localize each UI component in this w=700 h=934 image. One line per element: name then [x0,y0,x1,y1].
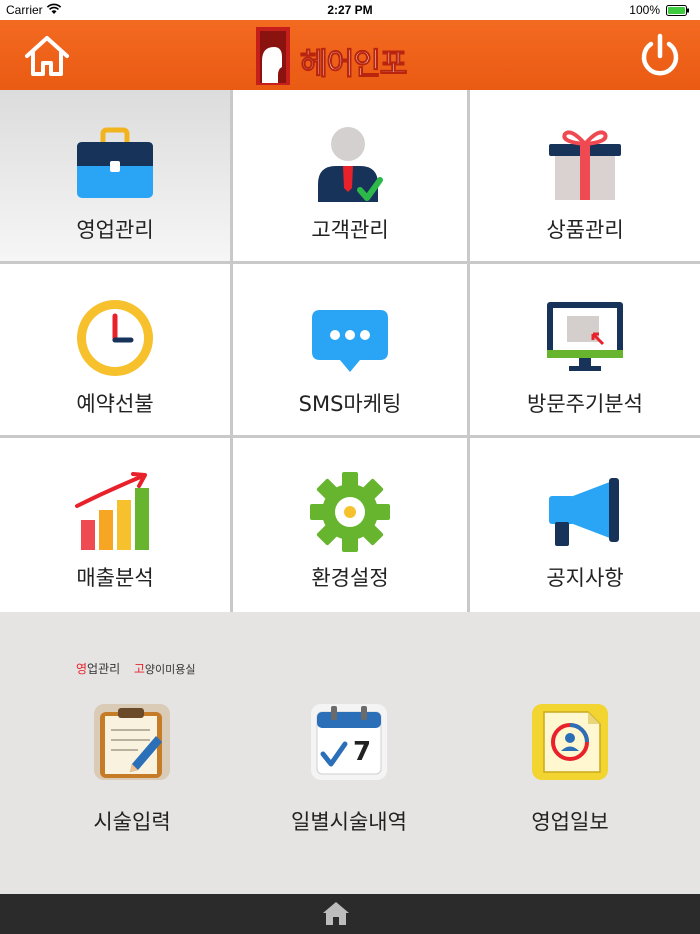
submenu-label: 시술입력 [93,810,171,834]
menu-sales-management[interactable]: 영업관리 [0,90,230,261]
bottom-toolbar [0,894,700,934]
menu-label: 고객관리 [311,218,389,242]
briefcase-icon [77,127,153,198]
home-icon[interactable] [322,900,350,926]
app-header: 헤어인포 [0,20,700,90]
chat-bubble-icon [312,310,388,372]
menu-label: 예약선불 [76,392,154,416]
menu-label: 상품관리 [546,218,624,242]
menu-sms-marketing[interactable]: SMS마케팅 [233,264,467,435]
menu-label: 환경설정 [311,566,389,590]
clock-icon [77,300,153,376]
menu-product-management[interactable]: 상품관리 [470,90,700,261]
menu-label: 영업관리 [76,218,154,242]
menu-reservation-prepay[interactable]: 예약선불 [0,264,230,435]
menu-label: 방문주기분석 [527,392,643,416]
daily-sales-report-button[interactable]: 영업일보 [490,702,650,862]
menu-label: SMS마케팅 [298,392,402,416]
megaphone-icon [549,478,619,546]
menu-label: 매출분석 [76,566,154,590]
calendar-icon: 7 [311,704,387,780]
submenu-label: 영업일보 [531,810,609,834]
menu-sales-analysis[interactable]: 매출분석 [0,438,230,612]
status-bar: Carrier 2:27 PM 100% [0,0,700,20]
power-icon[interactable] [636,32,684,80]
logo-text: 헤어인포 [299,47,407,83]
gift-box-icon [549,130,621,200]
clock-time: 2:27 PM [327,3,373,17]
customer-icon [318,127,383,202]
procedure-input-button[interactable]: 시술입력 [52,702,212,862]
clipboard-icon [94,704,170,780]
monitor-icon [547,302,623,371]
menu-label: 공지사항 [546,566,624,590]
breadcrumb: 영업관리 고양이미용실 [76,662,196,676]
battery-percent: 100% [629,3,660,17]
bar-chart-icon [75,472,149,550]
menu-notice[interactable]: 공지사항 [470,438,700,612]
battery-icon [666,5,689,16]
app-logo: 헤어인포 [252,25,432,87]
submenu-label: 일별시술내역 [291,810,407,834]
main-menu-grid: 영업관리 고객관리 상품관리 예약선불 SMS마케팅 방문주기분석 매출분석 환… [0,90,700,612]
report-icon [532,704,608,780]
svg-text:7: 7 [353,737,371,767]
daily-procedure-history-button[interactable]: 7 일별시술내역 [269,702,429,862]
menu-customer-management[interactable]: 고객관리 [233,90,467,261]
home-icon[interactable] [22,33,72,79]
menu-settings[interactable]: 환경설정 [233,438,467,612]
quick-access-section: 영업관리 고양이미용실 시술입력 7 일별시술내역 영업일보 [0,612,700,894]
menu-visit-cycle-analysis[interactable]: 방문주기분석 [470,264,700,435]
logo-door-icon [256,27,290,85]
gear-icon [310,472,390,552]
